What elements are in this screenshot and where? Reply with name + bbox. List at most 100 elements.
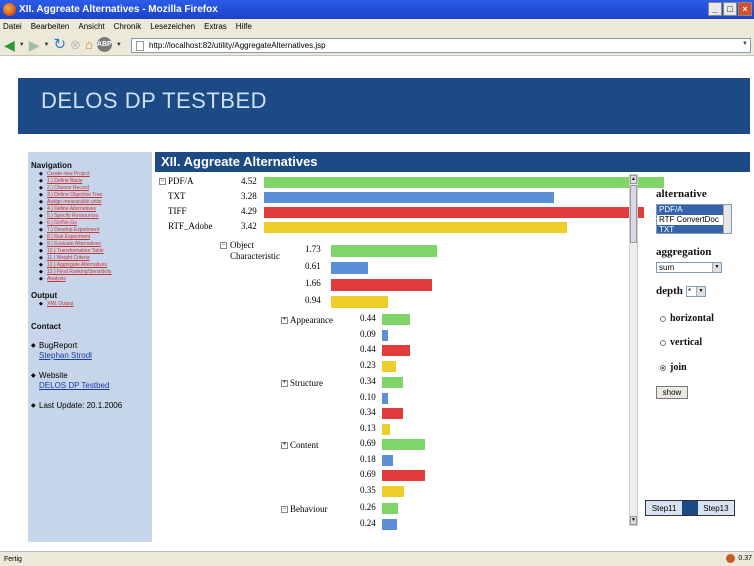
chart-bar xyxy=(264,222,567,233)
aggregation-select[interactable]: sum ▼ xyxy=(656,262,722,273)
adblock-chevron-icon[interactable]: ▼ xyxy=(116,42,122,48)
website-item: Website DELOS DP Testbed xyxy=(31,371,149,391)
alternative-option-rtf[interactable]: RTF ConvertDoc xyxy=(657,215,731,225)
sidebar-nav-item[interactable]: 12.) Aggregate Alternatives xyxy=(39,262,149,269)
bugreport-label: BugReport xyxy=(39,341,78,350)
back-history-chevron-icon[interactable]: ▼ xyxy=(19,42,25,48)
value-label: 0.44 xyxy=(360,313,376,323)
alternative-option-txt[interactable]: TXT xyxy=(657,225,731,233)
node-toggle[interactable]: − xyxy=(281,506,288,513)
node-toggle[interactable]: + xyxy=(281,317,288,324)
xml-output-link[interactable]: XML Output xyxy=(39,301,149,308)
sidebar-nav-item[interactable]: 13.) Final Ranking/Sensitivity xyxy=(39,269,149,276)
scroll-down-icon[interactable]: ▼ xyxy=(630,516,637,525)
firefox-icon xyxy=(3,3,16,16)
scroll-up-icon[interactable]: ▲ xyxy=(630,175,637,184)
aggregation-chevron-down-icon[interactable]: ▼ xyxy=(712,263,721,272)
step-prev-button[interactable]: Step11 xyxy=(646,501,683,515)
radio-horizontal-button[interactable] xyxy=(660,315,666,322)
sidebar-nav-item[interactable]: 5.) Specify Ressources xyxy=(39,213,149,220)
menu-bearbeiten[interactable]: Bearbeiten xyxy=(31,22,70,31)
menu-chronik[interactable]: Chronik xyxy=(114,22,142,31)
sidebar-nav-item[interactable]: Assign measurable units xyxy=(39,199,149,206)
chart-bar xyxy=(382,360,396,372)
value-label: 0.23 xyxy=(360,359,376,370)
menu-hilfe[interactable]: Hilfe xyxy=(236,22,252,31)
extension-status-icon[interactable] xyxy=(726,554,736,563)
step-navigation: Step11 Step13 xyxy=(645,500,735,516)
root-collapse-toggle[interactable]: − xyxy=(159,178,166,185)
menu-extras[interactable]: Extras xyxy=(204,22,227,31)
radio-vertical[interactable]: vertical xyxy=(660,337,702,348)
minimize-icon[interactable]: _ xyxy=(708,2,722,16)
radio-vertical-label: vertical xyxy=(670,337,703,348)
last-update: Last Update: 20.1.2006 xyxy=(31,401,149,411)
contact-heading: Contact xyxy=(31,322,61,331)
depth-chevron-down-icon[interactable]: ▼ xyxy=(696,287,705,296)
website-link[interactable]: DELOS DP Testbed xyxy=(39,381,149,391)
chart-bar xyxy=(382,392,388,404)
maximize-icon[interactable]: □ xyxy=(723,2,737,16)
radio-horizontal[interactable]: horizontal xyxy=(660,313,714,324)
radio-vertical-button[interactable] xyxy=(660,339,666,346)
alternative-listbox[interactable]: PDF/A RTF ConvertDoc TXT xyxy=(656,204,732,234)
stop-icon[interactable]: ⊗ xyxy=(70,37,81,52)
close-icon[interactable]: × xyxy=(738,2,752,16)
sidebar-nav-item[interactable]: 1.) Define Basis xyxy=(39,178,149,185)
chart-bar xyxy=(382,408,403,419)
website-label: Website xyxy=(39,371,68,380)
node-toggle[interactable]: − xyxy=(220,242,227,249)
sidebar-nav-item[interactable]: 11.) Weight Criteria xyxy=(39,255,149,262)
home-icon[interactable]: ⌂ xyxy=(85,37,93,52)
sidebar-nav-item[interactable]: 10.) Transformation Table xyxy=(39,248,149,255)
aggregation-label: aggregation xyxy=(656,246,712,258)
value-label: 3.28 xyxy=(241,191,257,201)
alternative-listbox-scrollbar[interactable] xyxy=(723,205,731,233)
radio-join-button[interactable] xyxy=(660,364,666,371)
sidebar-nav-item[interactable]: 9.) Evaluate Alternatives xyxy=(39,241,149,248)
sidebar-nav-item[interactable]: 7.) Develop Experiment xyxy=(39,227,149,234)
sidebar-nav-item[interactable]: Analysis xyxy=(39,276,149,283)
chart-bar xyxy=(264,207,644,218)
sidebar-nav-item[interactable]: 8.) Run Experiment xyxy=(39,234,149,241)
menu-datei[interactable]: Datei xyxy=(3,22,22,31)
sidebar-nav-item[interactable]: 6.) Go/No-Go xyxy=(39,220,149,227)
chart-bar xyxy=(382,439,425,450)
depth-label: depth xyxy=(656,285,683,297)
window-titlebar: XII. Aggreate Alternatives - Mozilla Fir… xyxy=(0,0,754,19)
depth-value: * xyxy=(688,287,692,296)
page-title: XII. Aggreate Alternatives xyxy=(155,152,750,172)
node-label: Content xyxy=(290,440,319,450)
chart-scrollbar[interactable]: ▲ ▼ xyxy=(629,174,638,526)
node-toggle[interactable]: + xyxy=(281,442,288,449)
show-button[interactable]: show xyxy=(656,386,688,399)
forward-history-chevron-icon[interactable]: ▼ xyxy=(44,42,50,48)
chart-bar xyxy=(382,454,393,466)
sidebar-nav-item[interactable]: 4.) Define Alternatives xyxy=(39,206,149,213)
alternative-label: alternative xyxy=(656,188,707,200)
bugreport-link[interactable]: Stephan Strodl xyxy=(39,351,149,361)
chart-bar xyxy=(382,503,398,514)
navigation-heading: Navigation xyxy=(31,161,72,170)
scrollbar-thumb[interactable] xyxy=(630,185,637,243)
menu-ansicht[interactable]: Ansicht xyxy=(78,22,104,31)
forward-arrow-icon[interactable]: ▶ xyxy=(29,38,40,52)
sidebar-nav-item[interactable]: 2.) Choose Record xyxy=(39,185,149,192)
step-next-button[interactable]: Step13 xyxy=(697,501,734,515)
chart-bar xyxy=(331,279,432,291)
depth-select[interactable]: * ▼ xyxy=(686,286,706,297)
sidebar-nav-item[interactable]: 3.) Define Objective Tree xyxy=(39,192,149,199)
sidebar-nav-item[interactable]: Create new Project xyxy=(39,171,149,178)
reload-icon[interactable]: ↻ xyxy=(53,37,66,52)
chart-bar xyxy=(331,245,437,257)
status-text: Fertig xyxy=(4,555,22,563)
alternative-label: TXT xyxy=(168,191,186,201)
url-history-chevron-icon[interactable]: ▼ xyxy=(742,41,748,47)
menu-lesezeichen[interactable]: Lesezeichen xyxy=(150,22,195,31)
node-toggle[interactable]: + xyxy=(281,380,288,387)
radio-join[interactable]: join xyxy=(660,362,687,373)
adblock-icon[interactable]: ABP xyxy=(96,37,112,52)
back-arrow-icon[interactable]: ◀ xyxy=(4,38,15,52)
alternative-option-pdfa[interactable]: PDF/A xyxy=(657,205,731,215)
url-bar[interactable]: http://localhost:82/utility/AggregateAlt… xyxy=(131,38,751,53)
